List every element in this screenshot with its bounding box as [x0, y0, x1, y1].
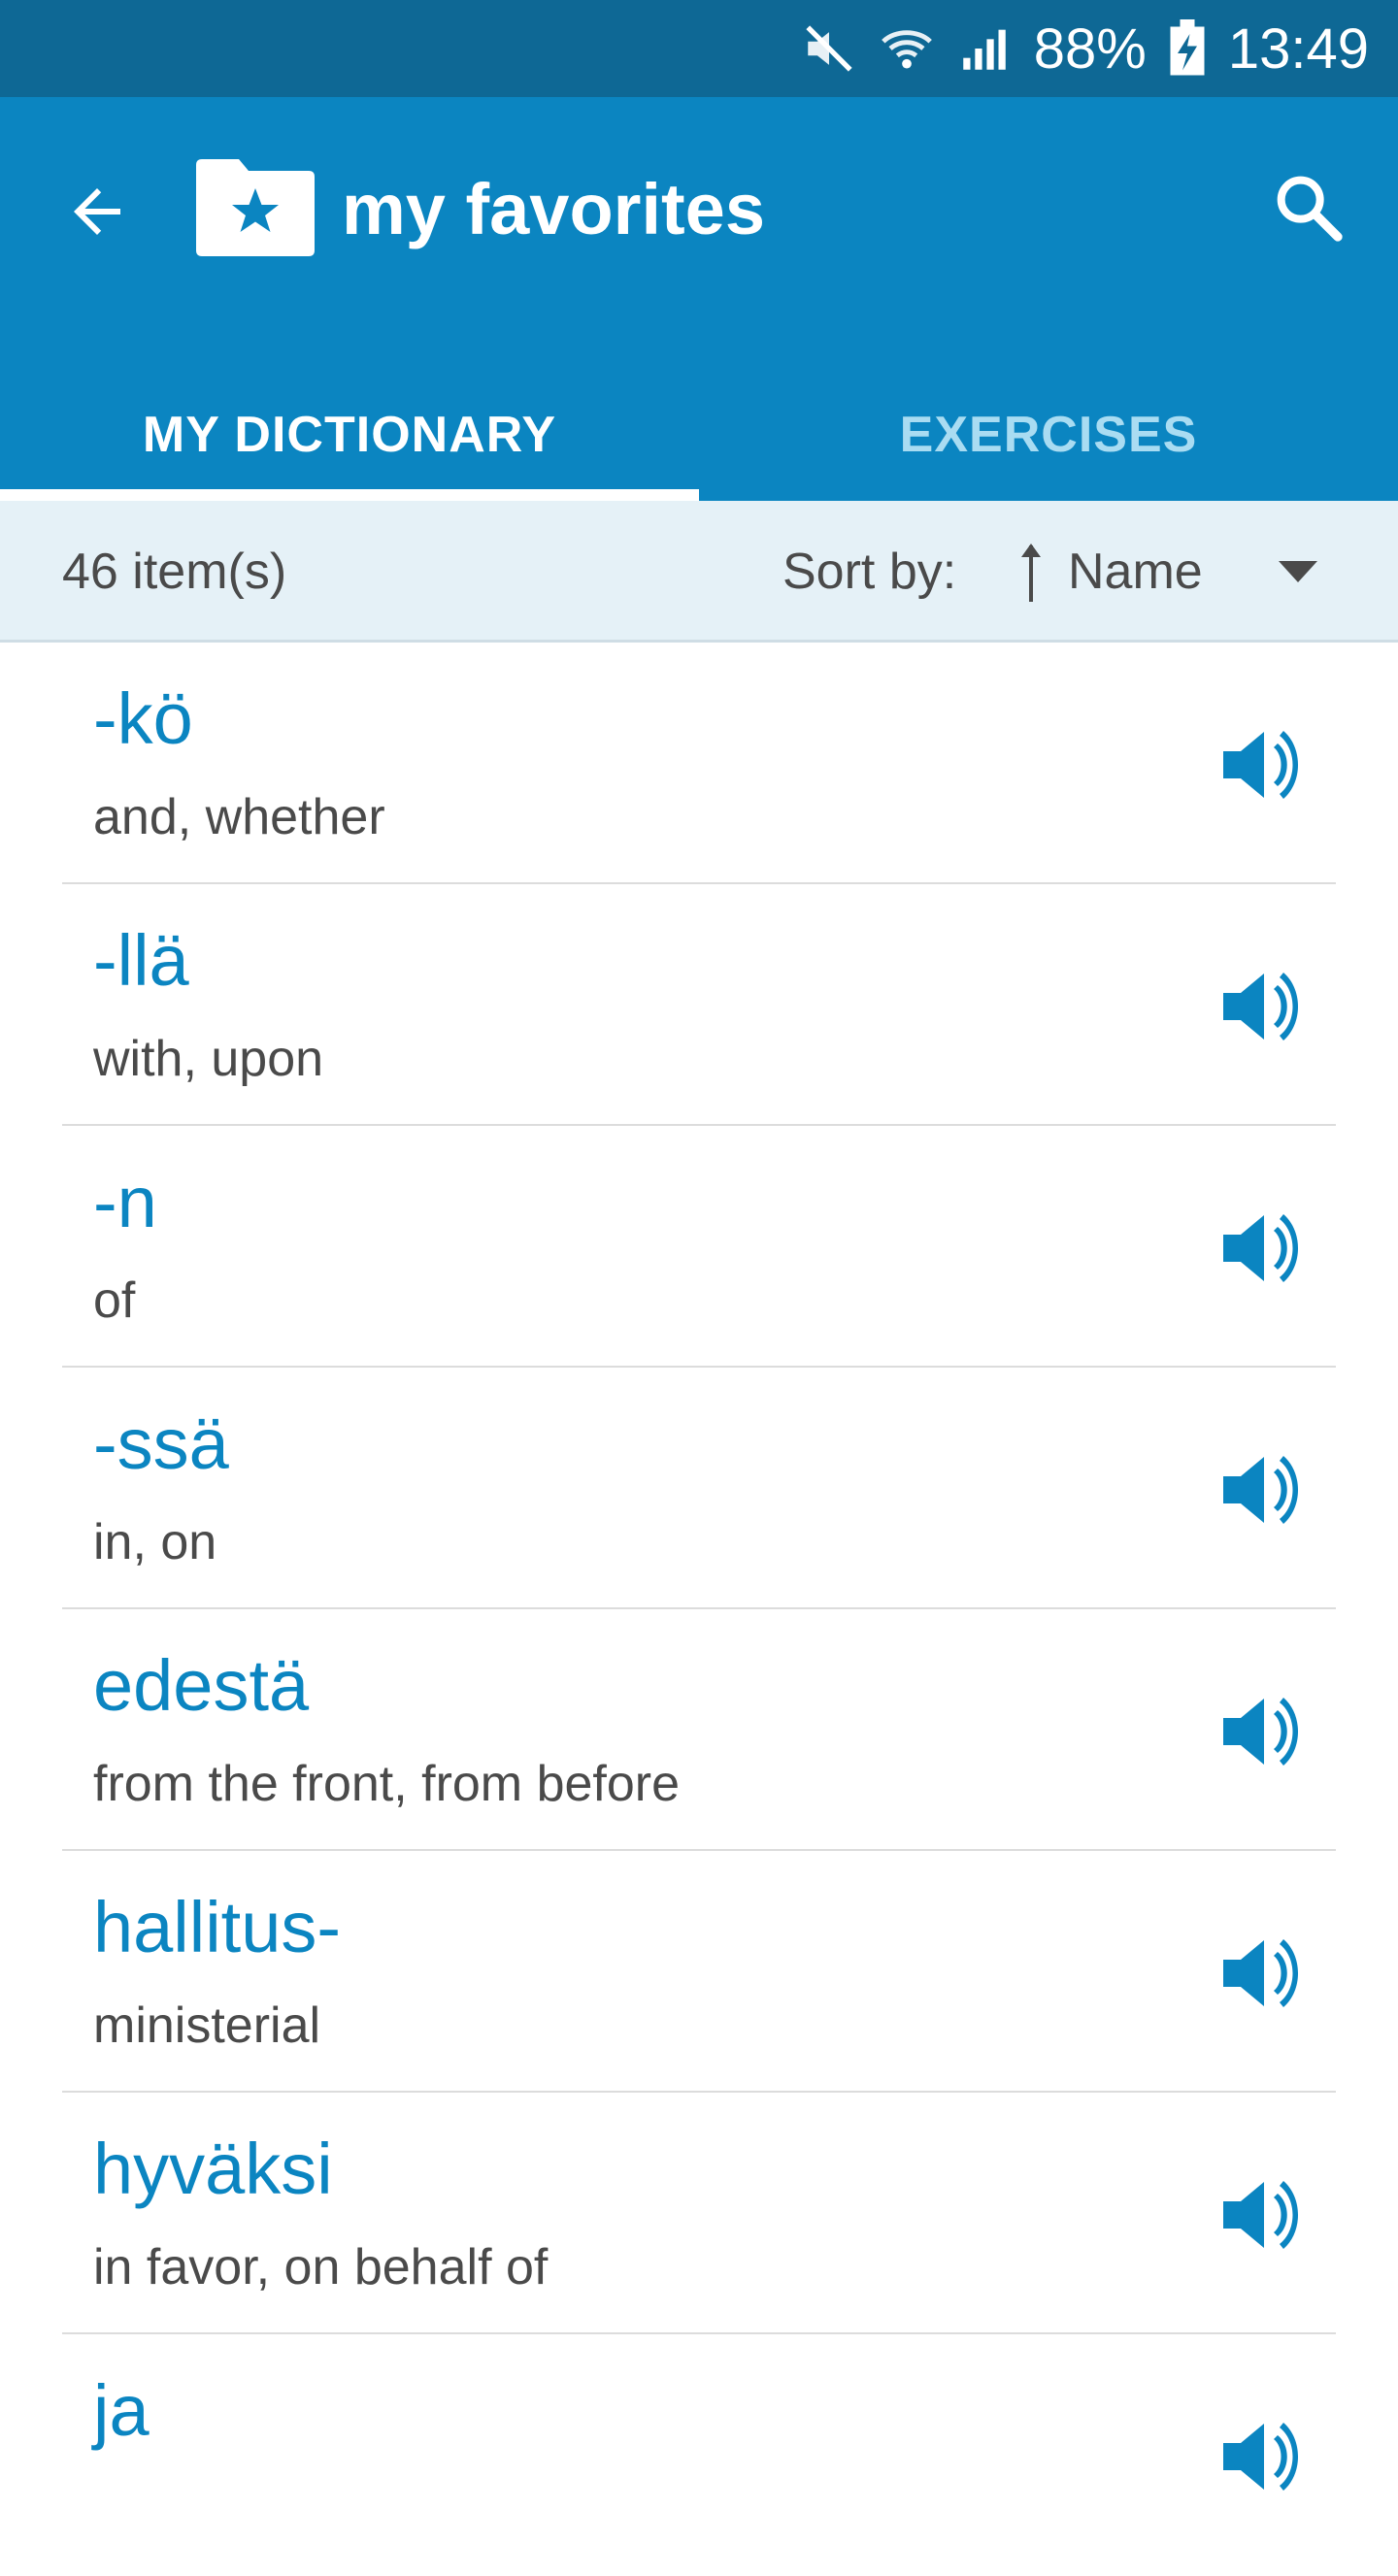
- item-meaning: and, whether: [93, 789, 385, 845]
- item-term: hyväksi: [93, 2129, 333, 2209]
- item-meaning: in, on: [93, 1514, 217, 1570]
- list-toolbar: 46 item(s) Sort by: Name: [0, 501, 1398, 643]
- item-count: 46 item(s): [62, 544, 287, 600]
- list-item[interactable]: ja: [0, 2334, 1398, 2576]
- tab-my-dictionary[interactable]: MY DICTIONARY: [0, 369, 699, 501]
- clock: 13:49: [1227, 17, 1369, 81]
- list-item[interactable]: -kö and, whether: [0, 643, 1398, 884]
- list-item[interactable]: -n of: [0, 1126, 1398, 1368]
- battery-percent: 88%: [1033, 17, 1147, 81]
- mute-icon: [801, 20, 857, 77]
- item-meaning: from the front, from before: [93, 1756, 681, 1812]
- list-item[interactable]: -ssä in, on: [0, 1368, 1398, 1609]
- favorites-list: -kö and, whether -llä with, upon -n of -…: [0, 643, 1398, 2576]
- list-item[interactable]: hyväksi in favor, on behalf of: [0, 2093, 1398, 2334]
- item-meaning: in favor, on behalf of: [93, 2239, 549, 2295]
- item-meaning: of: [93, 1272, 136, 1329]
- sort-value[interactable]: Name: [1068, 501, 1203, 643]
- app-bar: my favorites MY DICTIONARY EXERCISES: [0, 97, 1398, 501]
- item-term: ja: [93, 2370, 150, 2451]
- tab-indicator: [0, 489, 699, 501]
- item-meaning: ministerial: [93, 1998, 321, 2054]
- signal-icon: [956, 20, 1013, 77]
- item-term: -ssä: [93, 1404, 229, 1484]
- speaker-icon[interactable]: [1219, 1451, 1301, 1529]
- back-button[interactable]: [49, 165, 146, 262]
- speaker-icon[interactable]: [1219, 1209, 1301, 1287]
- search-icon: [1270, 169, 1348, 251]
- speaker-icon[interactable]: [1219, 2418, 1301, 2495]
- speaker-icon[interactable]: [1219, 968, 1301, 1045]
- wifi-icon: [879, 20, 935, 77]
- back-arrow-icon: [62, 177, 132, 251]
- dropdown-triangle-icon: [1277, 559, 1319, 589]
- sort-dropdown-button[interactable]: [1264, 540, 1332, 608]
- search-button[interactable]: [1258, 159, 1359, 260]
- item-term: -llä: [93, 920, 189, 1001]
- item-term: -kö: [93, 678, 193, 759]
- item-term: hallitus-: [93, 1887, 341, 1967]
- status-bar: 88% 13:49: [0, 0, 1398, 97]
- status-icons: 88% 13:49: [801, 0, 1369, 97]
- speaker-icon[interactable]: [1219, 2176, 1301, 2254]
- speaker-icon[interactable]: [1219, 1693, 1301, 1770]
- sort-ascending-icon[interactable]: [1012, 540, 1050, 608]
- item-term: -n: [93, 1162, 157, 1242]
- item-term: edestä: [93, 1645, 310, 1726]
- speaker-icon[interactable]: [1219, 726, 1301, 804]
- list-item[interactable]: -llä with, upon: [0, 884, 1398, 1126]
- sort-label: Sort by:: [782, 544, 957, 600]
- page-title: my favorites: [342, 169, 765, 249]
- list-item[interactable]: edestä from the front, from before: [0, 1609, 1398, 1851]
- battery-charging-icon: [1168, 19, 1207, 78]
- list-item[interactable]: hallitus- ministerial: [0, 1851, 1398, 2093]
- speaker-icon[interactable]: [1219, 1934, 1301, 2012]
- folder-star-icon: [196, 159, 315, 256]
- tab-exercises[interactable]: EXERCISES: [699, 369, 1398, 501]
- item-meaning: with, upon: [93, 1031, 324, 1087]
